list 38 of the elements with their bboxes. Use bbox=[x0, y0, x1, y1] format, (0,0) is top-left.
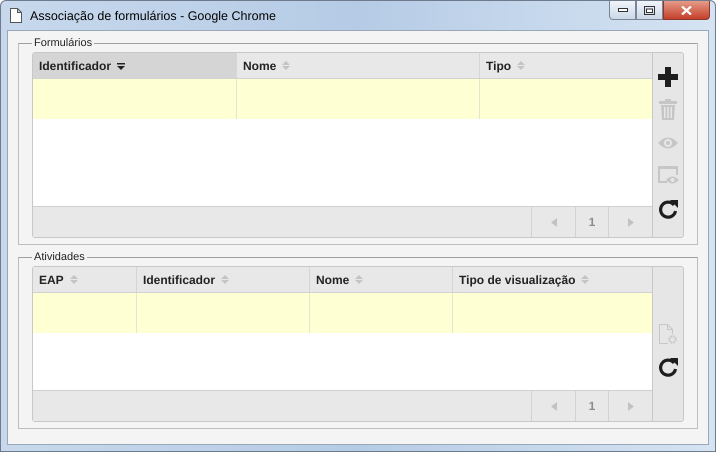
sort-icon bbox=[517, 61, 526, 70]
window-eye-icon bbox=[658, 166, 678, 185]
right-arrow-icon bbox=[628, 402, 634, 410]
window-title: Associação de formulários - Google Chrome bbox=[30, 8, 276, 22]
sort-icon bbox=[581, 275, 590, 284]
section-legend: Atividades bbox=[32, 251, 87, 263]
sort-descending-icon bbox=[117, 61, 126, 70]
maximize-button[interactable] bbox=[636, 1, 663, 20]
left-arrow-icon bbox=[550, 402, 556, 410]
column-header[interactable]: EAP bbox=[33, 267, 137, 292]
table-row[interactable] bbox=[33, 293, 652, 333]
plus-icon bbox=[658, 66, 678, 86]
column-header[interactable]: Nome bbox=[237, 53, 480, 78]
minimize-icon bbox=[618, 8, 628, 12]
refresh-icon bbox=[658, 198, 678, 218]
document-gear-icon bbox=[659, 324, 677, 344]
close-icon bbox=[681, 6, 692, 14]
eye-icon bbox=[658, 136, 678, 148]
page-icon bbox=[10, 8, 22, 23]
sort-icon bbox=[355, 275, 364, 284]
sort-icon bbox=[282, 61, 290, 70]
right-arrow-icon bbox=[628, 218, 634, 226]
close-button[interactable] bbox=[663, 1, 710, 20]
maximize-icon bbox=[644, 6, 655, 14]
page-number: 1 bbox=[575, 207, 608, 237]
trash-icon bbox=[659, 99, 677, 120]
section-legend: Formulários bbox=[32, 37, 94, 49]
refresh-icon bbox=[658, 356, 678, 376]
column-header[interactable]: Tipo de visualização bbox=[453, 267, 652, 292]
column-header[interactable]: Identificador bbox=[33, 53, 237, 78]
column-header[interactable]: Nome bbox=[310, 267, 453, 292]
sort-icon bbox=[70, 275, 78, 284]
sort-icon bbox=[221, 275, 230, 284]
minimize-button[interactable] bbox=[609, 1, 636, 20]
column-header[interactable]: Tipo bbox=[480, 53, 652, 78]
page-number: 1 bbox=[575, 391, 608, 421]
column-header[interactable]: Identificador bbox=[137, 267, 310, 292]
left-arrow-icon bbox=[550, 218, 556, 226]
